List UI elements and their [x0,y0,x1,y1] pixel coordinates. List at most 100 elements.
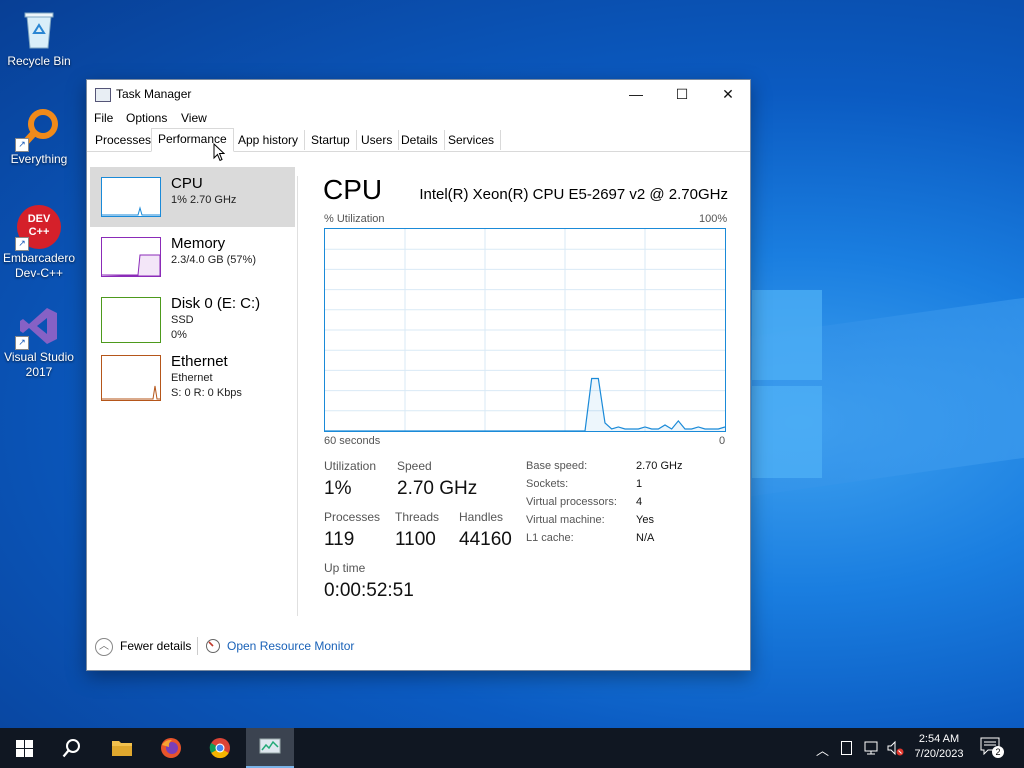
shortcut-arrow-icon: ↗ [15,237,29,251]
x-axis-left-label: 60 seconds [324,435,381,447]
desktop-icon-visual-studio[interactable]: ↗ Visual Studio 2017 [1,304,77,380]
memory-thumbnail-graph [101,237,161,277]
processes-label: Processes [324,510,381,524]
tray-device-icon[interactable] [841,741,852,755]
sidebar-item-memory[interactable]: Memory 2.3/4.0 GB (57%) [90,227,295,287]
cpu-utilization-chart [325,229,726,432]
tab-app-history[interactable]: App history [232,130,306,150]
spec-virtual-processors-label: Virtual processors: [526,496,617,508]
processes-value: 119 [324,529,355,550]
start-button[interactable] [0,728,48,768]
tab-processes[interactable]: Processes [89,130,159,150]
spec-l1-cache-value: N/A [636,532,655,544]
spec-l1-cache-label: L1 cache: [526,532,574,544]
tab-details[interactable]: Details [395,130,445,150]
sidebar-item-subtitle: 2.3/4.0 GB (57%) [171,254,256,266]
menu-view[interactable]: View [181,111,207,125]
spec-virtual-machine-value: Yes [636,514,654,526]
sidebar-item-disk[interactable]: Disk 0 (E: C:) SSD 0% [90,287,295,347]
utilization-label: Utilization [324,459,377,473]
sidebar-item-ethernet[interactable]: Ethernet Ethernet S: 0 R: 0 Kbps [90,353,295,413]
threads-value: 1100 [395,529,436,550]
tab-startup[interactable]: Startup [305,130,357,150]
close-button[interactable]: ✕ [705,80,751,108]
notification-count-badge: 2 [992,746,1004,758]
devcpp-icon: DEV C++ ↗ [15,205,61,251]
speed-value: 2.70 GHz [397,478,478,499]
sidebar-item-title: CPU [171,175,203,192]
file-explorer-icon [112,741,132,756]
disk-thumbnail-graph [101,297,161,343]
taskbar-chrome[interactable] [196,728,244,768]
mouse-cursor-icon [213,143,225,162]
spec-virtual-machine-label: Virtual machine: [526,514,605,526]
shortcut-arrow-icon: ↗ [15,336,29,350]
tab-bar: Processes Performance App history Startu… [87,128,750,152]
maximize-button[interactable]: ☐ [659,80,705,108]
sidebar-item-subtitle: Ethernet [171,372,213,384]
windows-start-icon [16,740,33,757]
sidebar-item-subtitle: 1% 2.70 GHz [171,194,237,206]
recycle-bin-icon [17,8,61,52]
desktop-icon-label: Everything [10,152,68,166]
cpu-utilization-area [325,378,725,431]
desktop-icon-label: Recycle Bin [7,54,71,68]
volume-muted-icon[interactable] [886,740,904,756]
speed-label: Speed [397,459,432,473]
y-axis-max: 100% [699,213,728,225]
handles-label: Handles [459,510,504,524]
open-resource-monitor-link[interactable]: Open Resource Monitor [205,630,365,662]
desktop-icon-recycle-bin[interactable]: Recycle Bin [1,8,77,69]
action-center-button[interactable]: 2 [980,737,1006,759]
utilization-value: 1% [324,478,352,499]
threads-label: Threads [395,510,440,524]
desktop-icon-everything[interactable]: ↗ Everything [1,106,77,167]
clock[interactable]: 2:54 AM 7/20/2023 [913,732,965,762]
taskbar-task-manager[interactable] [246,728,294,768]
menu-file[interactable]: File [94,111,113,125]
show-hidden-icons-chevron[interactable]: ︿ [816,740,829,759]
tab-services[interactable]: Services [442,130,502,150]
handles-value: 44160 [459,529,512,550]
sidebar-item-title: Memory [171,235,226,252]
tab-users[interactable]: Users [355,130,400,150]
cpu-thumbnail-graph [101,177,161,217]
task-manager-window: Task Manager — ☐ ✕ File Options View Pro… [86,79,751,671]
cpu-utilization-graph [324,228,726,432]
search-icon [62,739,80,758]
sidebar-item-detail: 0% [171,329,187,341]
minimize-button[interactable]: — [613,80,659,108]
spec-base-speed-value: 2.70 GHz [636,460,683,472]
desktop-icon-devcpp[interactable]: DEV C++ ↗ Embarcadero Dev-C++ [1,205,77,281]
task-manager-app-icon [95,88,111,102]
clock-date: 7/20/2023 [914,748,964,760]
spec-virtual-processors-value: 4 [636,496,643,508]
resource-monitor-icon [206,639,220,653]
taskbar-file-explorer[interactable] [98,728,146,768]
taskbar: ︿ 2:54 AM 7/20/2023 2 [0,728,1024,768]
cpu-utilization-series-line [325,377,726,432]
search-button[interactable] [48,728,96,768]
chevron-up-icon: ︿ [95,638,113,656]
footer-divider [197,637,198,655]
resource-monitor-label: Open Resource Monitor [227,639,355,653]
window-footer: ︿ Fewer details Open Resource Monitor [87,630,750,662]
menu-bar: File Options View [87,108,750,130]
visual-studio-icon: ↗ [15,304,61,350]
spec-sockets-label: Sockets: [526,478,569,490]
x-axis-right-label: 0 [719,435,726,447]
sidebar-divider [297,176,298,616]
uptime-label: Up time [324,561,366,575]
taskbar-firefox[interactable] [147,728,195,768]
network-icon[interactable] [863,740,879,756]
spec-sockets-value: 1 [636,478,643,490]
ethernet-thumbnail-graph [101,355,161,401]
fewer-details-button[interactable]: ︿ Fewer details [87,630,197,662]
menu-options[interactable]: Options [126,111,167,125]
title-bar[interactable]: Task Manager — ☐ ✕ [87,80,750,108]
sidebar-item-cpu[interactable]: CPU 1% 2.70 GHz [90,167,295,227]
cpu-model-name: Intel(R) Xeon(R) CPU E5-2697 v2 @ 2.70GH… [419,186,728,203]
sidebar-item-subtitle: SSD [171,314,194,326]
fewer-details-label: Fewer details [120,639,192,653]
task-manager-icon [259,738,281,754]
